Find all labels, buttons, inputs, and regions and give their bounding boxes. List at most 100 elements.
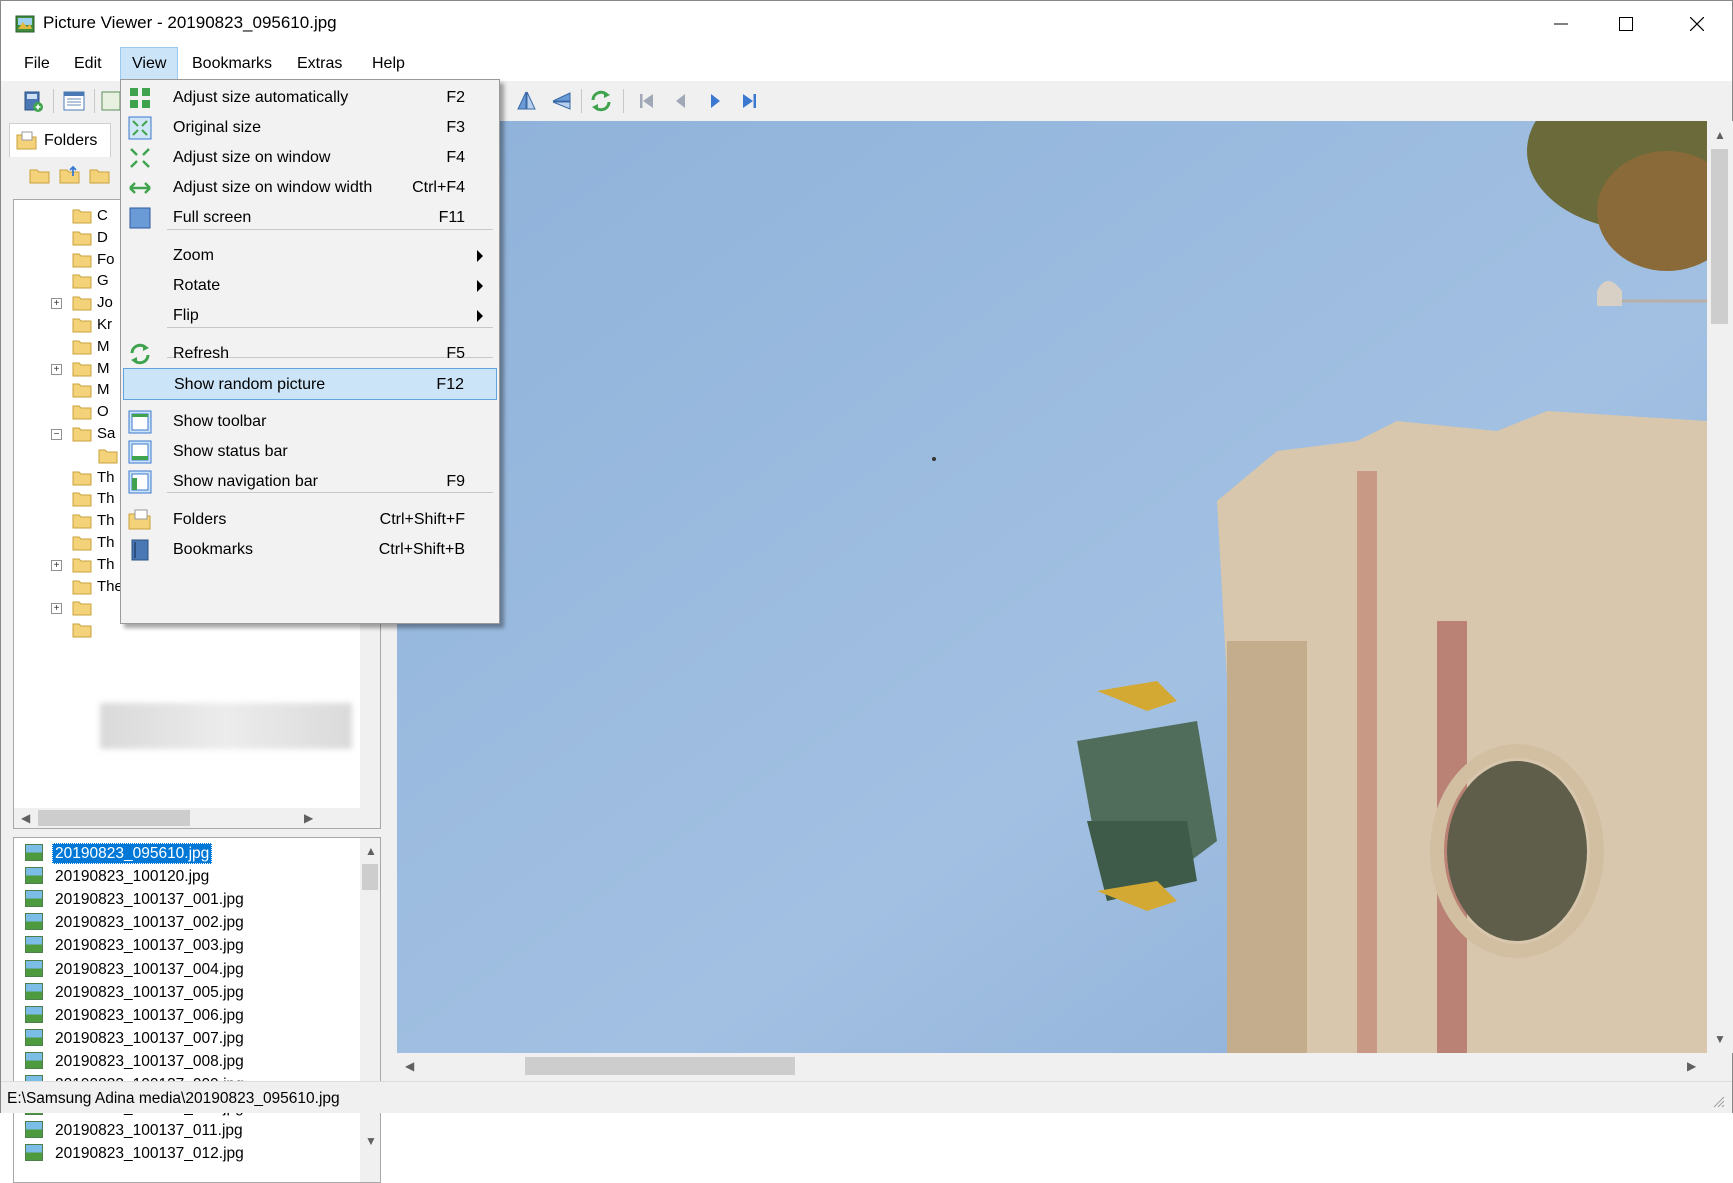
menu-item-label: Adjust size on window width — [173, 179, 373, 196]
file-list-item[interactable]: 20190823_100137_005.jpg — [22, 979, 362, 1004]
title-bar[interactable]: Picture Viewer - 20190823_095610.jpg — [1, 1, 1732, 47]
tree-expander-icon[interactable]: + — [51, 298, 62, 310]
file-list-item[interactable]: 20190823_095610.jpg — [22, 840, 362, 865]
file-list-item[interactable]: 20190823_100137_001.jpg — [22, 886, 362, 911]
file-list[interactable]: 20190823_095610.jpg 20190823_100120.jpg 20… — [13, 837, 381, 1183]
folder-icon — [72, 209, 92, 224]
last-picture-icon[interactable] — [737, 89, 761, 113]
tree-hscroll-thumb[interactable] — [38, 810, 190, 826]
file-list-item[interactable]: 20190823_100137_004.jpg — [22, 956, 362, 981]
fullscreen-icon — [129, 207, 151, 229]
tree-expander-icon[interactable]: + — [51, 559, 62, 571]
menu-item-folders[interactable]: Folders Ctrl+Shift+F — [123, 504, 497, 536]
tab-folders[interactable]: Folders — [9, 123, 111, 157]
menu-item-shortcut: F12 — [436, 376, 464, 393]
menu-item-label: Refresh — [173, 345, 230, 362]
menu-item-show-toolbar[interactable]: Show toolbar — [123, 406, 497, 438]
viewer-horizontal-scrollbar[interactable]: ◀ ▶ — [397, 1053, 1707, 1079]
menu-file[interactable]: File — [13, 47, 61, 81]
menu-item-adjust-size-automatically[interactable]: Adjust size automatically F2 — [123, 82, 497, 114]
menu-extras[interactable]: Extras — [286, 47, 353, 81]
file-name: 20190823_100137_007.jpg — [55, 1029, 244, 1047]
tab-folders-label: Folders — [44, 131, 98, 149]
menu-item-label: Show random picture — [174, 376, 326, 393]
menu-item-rotate[interactable]: Rotate — [123, 270, 497, 302]
menu-item-label: Adjust size on window — [173, 149, 331, 166]
tree-item-label: Th — [97, 512, 115, 530]
scroll-down-icon[interactable]: ▼ — [1714, 1033, 1726, 1045]
viewer-hscroll-thumb[interactable] — [525, 1057, 795, 1075]
file-list-item[interactable]: 20190823_100137_006.jpg — [22, 1002, 362, 1027]
menu-view[interactable]: View — [120, 47, 179, 81]
menu-item-show-navigation-bar[interactable]: Show navigation bar F9 — [123, 466, 497, 498]
menu-item-shortcut: F2 — [446, 89, 465, 106]
status-path: E:\Samsung Adina media\20190823_095610.j… — [7, 1090, 340, 1107]
scroll-up-icon[interactable]: ▲ — [365, 845, 377, 857]
file-list-item[interactable]: 20190823_100137_003.jpg — [22, 932, 362, 957]
flip-horizontal-icon[interactable] — [549, 89, 573, 113]
image-file-icon — [25, 982, 43, 1000]
file-name: 20190823_100137_002.jpg — [55, 914, 244, 932]
menu-item-zoom[interactable]: Zoom — [123, 240, 497, 272]
folder-icon — [72, 231, 92, 246]
new-folder-icon[interactable] — [29, 165, 51, 185]
menu-bookmarks[interactable]: Bookmarks — [181, 47, 283, 81]
toolbar-separator — [53, 89, 54, 113]
scroll-down-icon[interactable]: ▼ — [365, 1135, 377, 1147]
minimize-button[interactable] — [1526, 1, 1596, 47]
menu-item-refresh[interactable]: Refresh F5 — [123, 338, 497, 370]
menu-item-bookmarks[interactable]: Bookmarks Ctrl+Shift+B — [123, 534, 497, 566]
tree-horizontal-scrollbar[interactable]: ◀ ▶ — [14, 808, 380, 828]
scroll-up-icon[interactable]: ▲ — [1714, 129, 1726, 141]
menu-item-adjust-size-on-window[interactable]: Adjust size on window F4 — [123, 142, 497, 174]
image-file-icon — [25, 1051, 43, 1069]
maximize-button[interactable] — [1591, 1, 1661, 47]
image-file-icon — [25, 1121, 43, 1139]
file-list-item[interactable]: 20190823_100137_011.jpg — [22, 1117, 362, 1142]
tree-expander-icon[interactable]: − — [51, 429, 62, 440]
file-list-scroll-thumb[interactable] — [362, 864, 378, 890]
resize-grip-icon[interactable] — [1712, 1095, 1726, 1109]
menu-item-flip[interactable]: Flip — [123, 300, 497, 332]
menu-help[interactable]: Help — [361, 47, 416, 81]
submenu-arrow-icon — [477, 250, 483, 262]
tree-item-label: Th — [97, 468, 115, 486]
scroll-left-icon[interactable]: ◀ — [405, 1060, 414, 1072]
file-list-scrollbar[interactable]: ▲ ▼ — [360, 838, 380, 1182]
image-viewport[interactable] — [397, 121, 1707, 1053]
details-view-icon[interactable] — [62, 89, 86, 113]
flip-vertical-icon[interactable] — [514, 89, 538, 113]
file-list-item[interactable]: 20190823_100137_012.jpg — [22, 1140, 362, 1165]
file-list-item[interactable]: 20190823_100137_002.jpg — [22, 909, 362, 934]
folder-up-icon[interactable] — [59, 165, 81, 185]
tree-expander-icon[interactable]: + — [51, 363, 62, 375]
tree-expander-icon[interactable]: + — [51, 603, 62, 615]
viewer-vscroll-thumb[interactable] — [1711, 149, 1728, 324]
close-button[interactable] — [1662, 1, 1732, 47]
file-list-item[interactable]: 20190823_100120.jpg — [22, 863, 362, 888]
open-bookmark-icon[interactable] — [21, 89, 45, 113]
previous-picture-icon[interactable] — [669, 89, 693, 113]
menu-item-original-size[interactable]: Original size F3 — [123, 112, 497, 144]
menu-edit[interactable]: Edit — [63, 47, 113, 81]
folder-options-icon[interactable] — [89, 165, 111, 185]
menu-item-show-random-picture[interactable]: Show random picture F12 — [123, 368, 497, 400]
folder-icon — [72, 536, 92, 551]
file-list-item[interactable]: 20190823_100137_007.jpg — [22, 1025, 362, 1050]
menu-item-adjust-size-on-window-width[interactable]: Adjust size on window width Ctrl+F4 — [123, 172, 497, 204]
menu-item-full-screen[interactable]: Full screen F11 — [123, 202, 497, 234]
image-file-icon — [25, 959, 43, 977]
menu-bar: File Edit View Bookmarks Extras Help — [1, 47, 1732, 81]
first-picture-icon[interactable] — [635, 89, 659, 113]
next-picture-icon[interactable] — [703, 89, 727, 113]
scroll-right-icon[interactable]: ▶ — [304, 812, 313, 824]
scroll-left-icon[interactable]: ◀ — [21, 812, 30, 824]
refresh-icon[interactable] — [589, 89, 613, 113]
tree-item-label: Fo — [97, 250, 115, 268]
app-window: Picture Viewer - 20190823_095610.jpg Fil… — [0, 0, 1733, 1183]
file-list-item[interactable]: 20190823_100137_008.jpg — [22, 1048, 362, 1073]
viewer-vertical-scrollbar[interactable]: ▲ ▼ — [1707, 121, 1733, 1053]
menu-item-show-status-bar[interactable]: Show status bar — [123, 436, 497, 468]
menu-item-label: Rotate — [173, 277, 221, 294]
scroll-right-icon[interactable]: ▶ — [1687, 1060, 1696, 1072]
